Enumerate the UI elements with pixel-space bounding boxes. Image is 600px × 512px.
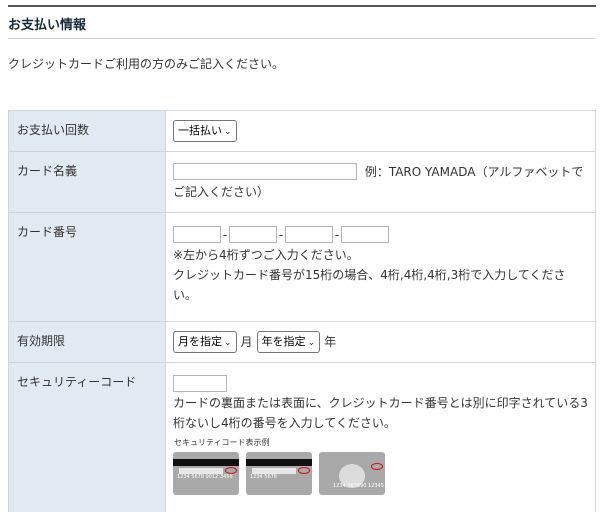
intro-text: クレジットカードご利用の方のみご記入ください。 xyxy=(8,57,285,71)
card-back-sample: 1234 5678 xyxy=(246,452,312,495)
expiry-label: 有効期限 xyxy=(8,321,166,363)
card-number-label: カード番号 xyxy=(8,212,166,322)
payment-form-table: お支払い回数 一括払い ⌄ カード名義 例：TARO YAMADA（アルファベット… xyxy=(8,110,596,512)
security-code-cell: カードの裏面または表面に、クレジットカード番号とは別に印字されている3桁ないし4… xyxy=(165,362,596,512)
security-code-note: カードの裏面または表面に、クレジットカード番号とは別に印字されている3桁ないし4… xyxy=(173,396,588,430)
card-name-cell: 例：TARO YAMADA（アルファベットでご記入ください） xyxy=(165,151,596,213)
security-code-sample-images: 1234 5678 9012 3456 1234 5678 1234 56789… xyxy=(173,452,588,495)
payment-count-select[interactable]: 一括払い ⌄ xyxy=(173,120,237,142)
card-number-note-1: ※左から4桁ずつご入力ください。 xyxy=(173,247,359,262)
separator: - xyxy=(278,227,284,242)
year-unit: 年 xyxy=(324,335,337,349)
row-card-number: カード番号 - - - ※左から4桁ずつご入力ください。 クレジットカード番号が15… xyxy=(8,212,596,322)
expiry-month-select[interactable]: 月を指定 ⌄ xyxy=(173,331,237,353)
magnetic-stripe xyxy=(246,459,312,466)
card-number-input-3[interactable] xyxy=(285,226,333,243)
payment-count-cell: 一括払い ⌄ xyxy=(165,110,596,152)
card-number-input-1[interactable] xyxy=(173,226,221,243)
expiry-cell: 月を指定 ⌄ 月年を指定 ⌄ 年 xyxy=(165,321,596,363)
row-expiry: 有効期限 月を指定 ⌄ 月年を指定 ⌄ 年 xyxy=(8,321,596,363)
expiry-year-select[interactable]: 年を指定 ⌄ xyxy=(256,331,321,353)
security-code-input[interactable] xyxy=(173,375,227,392)
expiry-year-value: 年を指定 xyxy=(261,335,306,348)
security-code-highlight-icon xyxy=(371,463,383,470)
card-sample-number: 1234 567890 12345 xyxy=(333,483,384,489)
payment-count-select-value: 一括払い xyxy=(178,124,222,137)
card-number-cell: - - - ※左から4桁ずつご入力ください。 クレジットカード番号が15桁の場合、4… xyxy=(165,212,596,322)
chevron-down-icon: ⌄ xyxy=(307,338,316,348)
chevron-down-icon: ⌄ xyxy=(224,127,232,137)
section-title: お支払い情報 xyxy=(8,5,596,39)
row-card-name: カード名義 例：TARO YAMADA（アルファベットでご記入ください） xyxy=(8,151,596,213)
card-number-input-4[interactable] xyxy=(341,226,389,243)
card-number-input-2[interactable] xyxy=(229,226,277,243)
expiry-month-value: 月を指定 xyxy=(178,335,222,348)
security-code-highlight-icon xyxy=(298,467,310,474)
card-sample-number: 1234 5678 xyxy=(250,474,278,480)
security-code-sample-caption: セキュリティコード表示例 xyxy=(174,438,270,447)
payment-count-label: お支払い回数 xyxy=(8,110,166,152)
separator: - xyxy=(222,227,228,242)
chevron-down-icon: ⌄ xyxy=(224,338,232,348)
row-security-code: セキュリティーコード カードの裏面または表面に、クレジットカード番号とは別に印字… xyxy=(8,362,596,512)
row-payment-count: お支払い回数 一括払い ⌄ xyxy=(8,110,596,152)
magnetic-stripe xyxy=(173,459,239,466)
card-name-label: カード名義 xyxy=(8,151,166,213)
card-back-sample: 1234 5678 9012 3456 xyxy=(173,452,239,495)
month-unit: 月 xyxy=(240,335,253,349)
security-code-highlight-icon xyxy=(225,467,237,474)
card-number-note-2: クレジットカード番号が15桁の場合、4桁,4桁,4桁,3桁で入力してください。 xyxy=(173,267,566,302)
card-name-input[interactable] xyxy=(173,163,357,180)
separator: - xyxy=(334,227,340,242)
card-front-sample: 1234 567890 12345 xyxy=(319,452,385,495)
security-code-label: セキュリティーコード xyxy=(8,362,166,512)
